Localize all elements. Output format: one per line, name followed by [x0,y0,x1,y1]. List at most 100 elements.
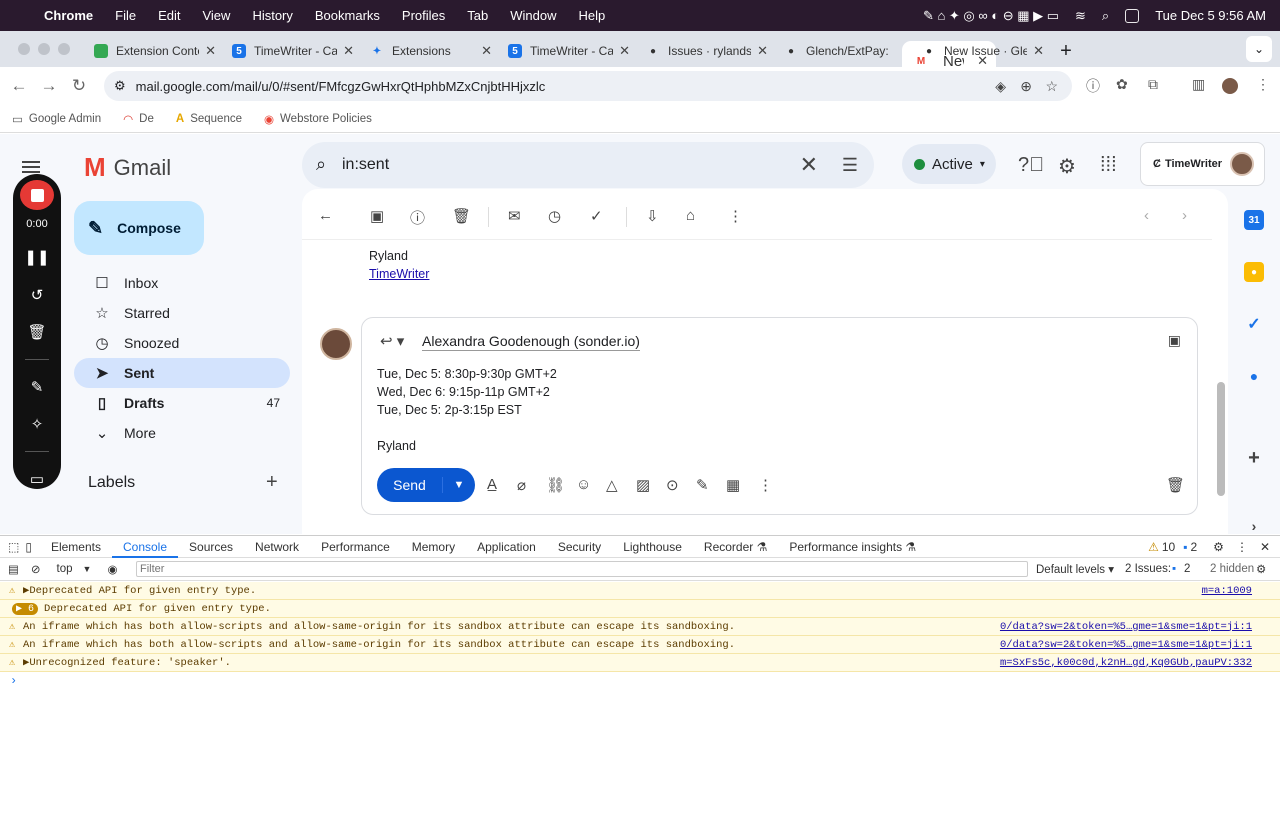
compose-button[interactable]: ✎ Compose [74,201,204,255]
sidebar-item-inbox[interactable]: ☐ Inbox [74,268,290,298]
drive-icon[interactable]: △ [606,476,618,494]
menu-window[interactable]: Window [510,8,556,23]
menu-file[interactable]: File [115,8,136,23]
tab-sources[interactable]: Sources [178,536,244,558]
context-selector[interactable]: top [57,563,73,575]
tab-timewriter-1[interactable]: 5 TimeWriter - Ca ✕ [224,35,362,67]
more-options-icon[interactable]: ⋮ [728,207,743,225]
bookmark-webstore[interactable]: ◉ Webstore Policies [264,112,372,126]
bookmark-sequence[interactable]: A Sequence [176,113,242,125]
recipient-field[interactable]: Alexandra Goodenough (sonder.io) [422,333,640,351]
close-icon[interactable]: ✕ [1033,43,1044,59]
close-icon[interactable]: ✕ [481,43,492,59]
contacts-icon[interactable]: ● [1244,366,1264,386]
effects-icon[interactable]: ✧ [31,415,44,435]
warning-icon[interactable]: ⚠ [1148,540,1159,554]
clear-search-icon[interactable]: ✕ [800,152,818,178]
reply-type-icon[interactable]: ↩ ▾ [380,332,404,350]
tab-network[interactable]: Network [244,536,310,558]
discard-draft-icon[interactable]: 🗑︎ [1166,476,1185,494]
menu-help[interactable]: Help [579,8,606,23]
extension-icon-1[interactable]: ⓘ [1086,76,1100,96]
photo-icon[interactable]: ▨ [636,476,650,494]
zoom-icon[interactable]: ⊕ [1020,78,1032,95]
new-tab-button[interactable]: + [1052,37,1080,65]
tab-issues[interactable]: ● Issues · rylandsi ✕ [638,35,776,67]
console-source-link[interactable]: 0/data?sw=2&token=%5…gme=1&sme=1&pt=ji:1 [1000,639,1252,651]
issues-label[interactable]: 2 Issues: [1125,563,1171,575]
tab-search-icon[interactable]: ⌄ [1246,36,1272,62]
console-row[interactable]: ⚠ ▶Deprecated API for given entry type. m=… [0,582,1280,600]
sidebar-toggle-icon[interactable]: ▤ [8,562,19,576]
console-row[interactable]: ▶ 6 Deprecated API for given entry type. [0,600,1280,618]
link-icon[interactable]: ⛓ [546,476,565,494]
delete-icon[interactable]: 🗑︎ [27,323,46,343]
more-options-icon[interactable]: ⋮ [758,476,773,494]
tab-memory[interactable]: Memory [401,536,466,558]
delete-icon[interactable]: 🗑︎ [452,207,471,225]
search-icon[interactable]: ⌕ [1102,8,1109,24]
log-levels-dropdown[interactable]: Default levels ▾ [1036,562,1114,576]
sidebar-item-snoozed[interactable]: ◷ Snoozed [74,328,290,358]
console-source-link[interactable]: m=a:1009 [1202,585,1252,597]
window-controls[interactable] [0,43,86,67]
tasks-icon[interactable]: ✓ [1244,314,1264,334]
apps-grid-icon[interactable]: ⁞⁞⁞ [1100,154,1117,177]
info-icon[interactable]: ▪ [1183,540,1187,554]
label-icon[interactable]: ⌂ [686,207,695,224]
tab-console[interactable]: Console [111,536,179,558]
tab-extension-content[interactable]: Extension Conte ✕ [86,35,224,67]
mark-unread-icon[interactable]: ✉ [508,207,521,225]
archive-icon[interactable]: ▣ [370,207,384,225]
sidebar-item-sent[interactable]: ➤ Sent [74,358,290,388]
warning-count[interactable]: 10 [1162,540,1175,554]
console-filter-input[interactable] [136,561,1028,577]
close-icon[interactable]: ✕ [205,43,216,59]
site-settings-icon[interactable]: ⚙ [114,78,126,94]
status-button[interactable]: Active ▾ [902,144,996,184]
forward-icon[interactable]: → [34,76,64,96]
console-row[interactable]: ⚠ ▶Unrecognized feature: 'speaker'. m=SxFs… [0,654,1280,672]
keep-icon[interactable]: ● [1244,262,1264,282]
tab-extensions[interactable]: ✦ Extensions ✕ [362,35,500,67]
reply-line[interactable]: Wed, Dec 6: 9:15p-11p GMT+2 [377,385,550,399]
tab-extpay[interactable]: ● Glench/ExtPay: [776,35,914,67]
info-count[interactable]: 2 [1190,540,1197,554]
settings-gear-icon[interactable]: ⚙ [1213,540,1224,554]
menu-tab[interactable]: Tab [467,8,488,23]
reply-line[interactable]: Ryland [377,439,416,453]
extension-icon-2[interactable]: ✿ [1116,76,1128,93]
back-icon[interactable]: ← [4,76,34,96]
console-row[interactable]: ⚠ An iframe which has both allow-scripts … [0,636,1280,654]
send-label[interactable]: Send [377,477,443,493]
confidential-icon[interactable]: ⊙ [666,476,679,494]
signature-icon[interactable]: ✎ [696,476,709,494]
tab-application[interactable]: Application [466,536,547,558]
reload-icon[interactable]: ↻ [64,76,94,96]
more-options-icon[interactable]: ⋮ [1236,540,1248,554]
clock[interactable]: Tue Dec 5 9:56 AM [1155,8,1266,23]
report-spam-icon[interactable]: ⓘ [410,207,425,228]
url-text[interactable]: mail.google.com/mail/u/0/#sent/FMfcgzGwH… [136,79,546,94]
side-panel-icon[interactable]: ▥ [1192,76,1205,93]
settings-gear-icon[interactable]: ⚙ [1058,154,1076,179]
tab-timewriter-2[interactable]: 5 TimeWriter - Ca ✕ [500,35,638,67]
snooze-icon[interactable]: ◷ [548,207,561,225]
bookmark-google-admin[interactable]: ▭ Google Admin [12,112,101,126]
live-expression-eye-icon[interactable]: ◉ [107,562,117,576]
issues-count[interactable]: 2 [1184,563,1190,575]
issues-icon[interactable]: ▪ [1172,563,1176,575]
emoji-icon[interactable]: ☺ [576,476,591,493]
menu-profiles[interactable]: Profiles [402,8,445,23]
console-source-link[interactable]: m=SxFs5c,k00c0d,k2nH…gd,Kq0GUb,pauPV:332 [1000,657,1252,669]
help-icon[interactable]: ?⃝ [1018,154,1044,177]
tab-recorder[interactable]: Recorder ⚗ [693,536,778,558]
close-icon[interactable]: ✕ [757,43,768,59]
tab-new-issue[interactable]: ● New Issue · Glen ✕ [914,35,1052,67]
reply-line[interactable]: Tue, Dec 5: 8:30p-9:30p GMT+2 [377,367,557,381]
camera-icon[interactable]: ▭ [30,470,44,490]
sidebar-item-more[interactable]: ⌄ More [74,418,290,448]
bookmark-de[interactable]: ◠ De [123,112,154,126]
eye-icon[interactable]: ◈ [995,78,1006,95]
star-icon[interactable]: ☆ [1045,78,1058,95]
